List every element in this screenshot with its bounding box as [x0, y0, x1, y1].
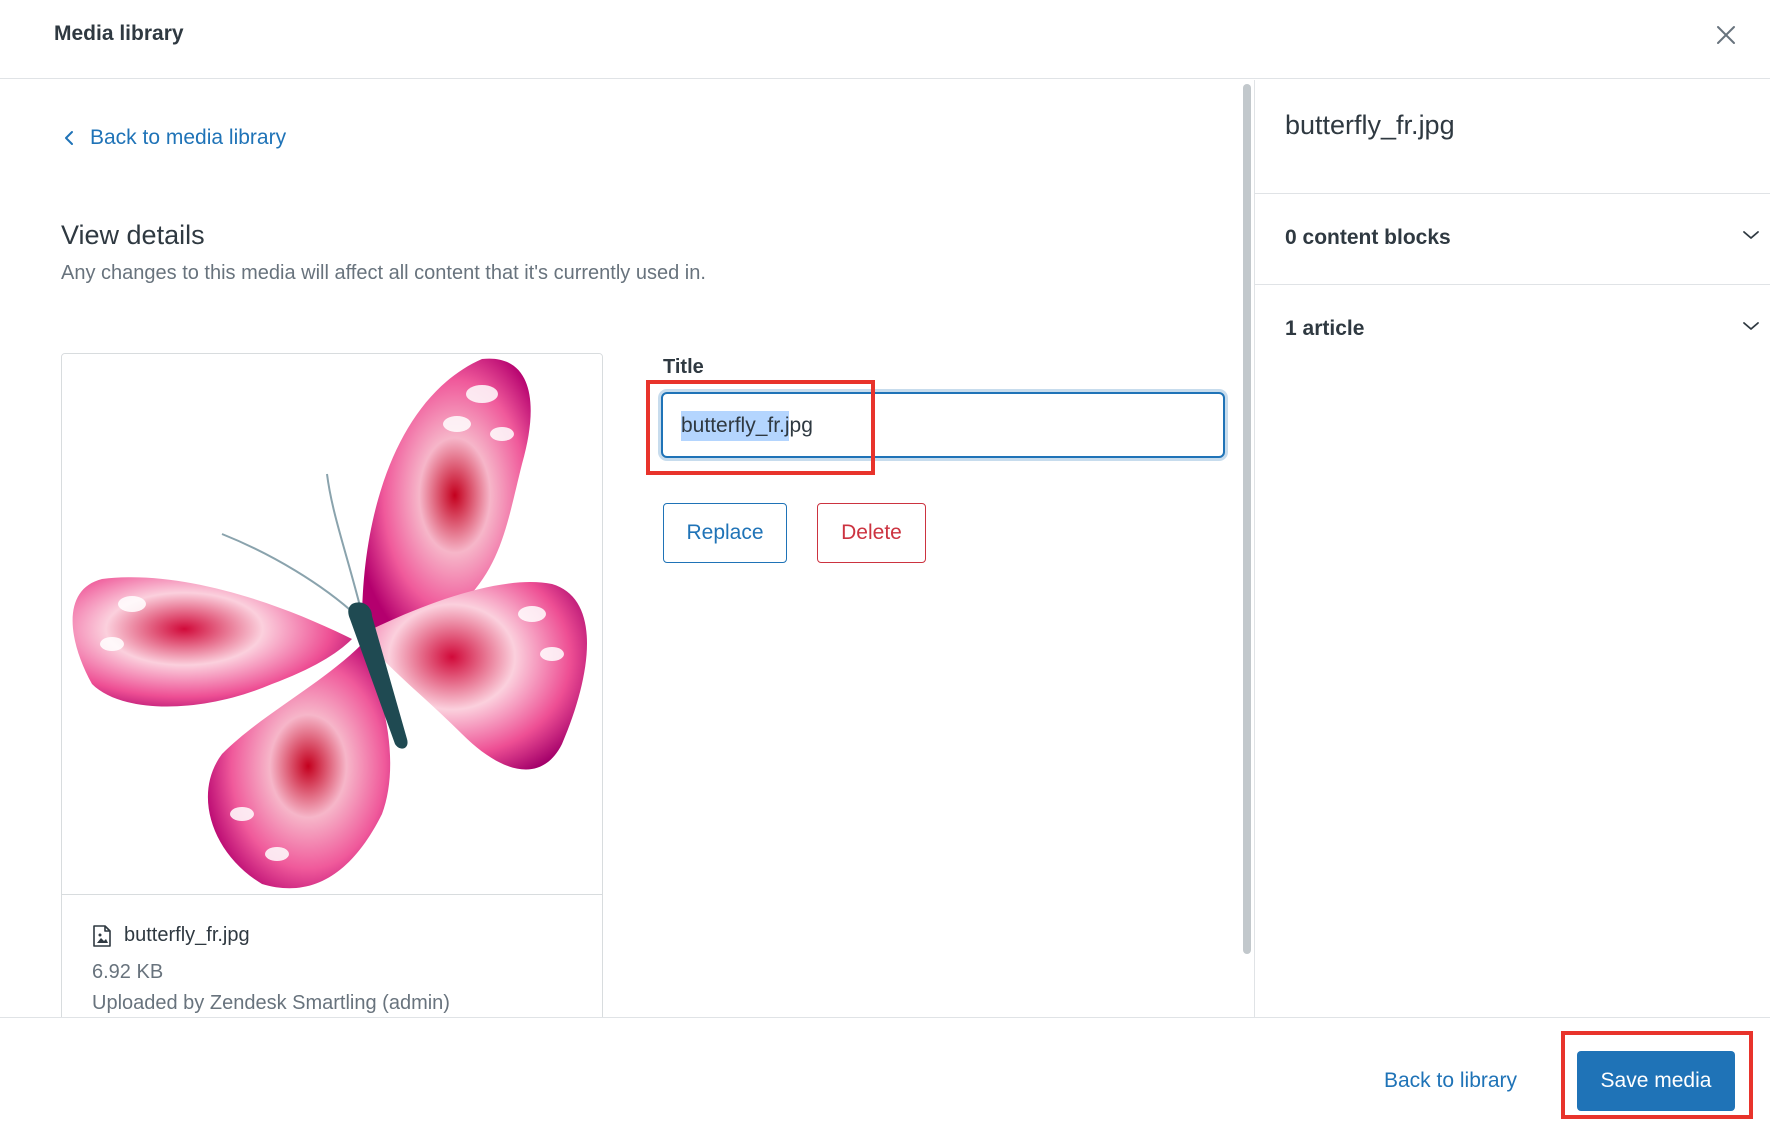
media-library-modal: Media library Back to media library View… — [0, 0, 1770, 1122]
close-icon — [1717, 26, 1735, 44]
side-panel-file-name: butterfly_fr.jpg — [1285, 110, 1455, 140]
details-content: Back to media library View details Any c… — [0, 80, 1240, 1017]
title-label: Title — [663, 356, 704, 378]
modal-footer: Back to library Save media — [0, 1017, 1770, 1122]
back-to-media-library-link[interactable]: Back to media library — [64, 126, 286, 150]
section-description: Any changes to this media will affect al… — [61, 262, 706, 284]
content-scrollbar[interactable] — [1243, 84, 1251, 954]
replace-button[interactable]: Replace — [663, 503, 787, 563]
chevron-down-icon — [1743, 231, 1759, 239]
back-to-library-button[interactable]: Back to library — [1384, 1069, 1517, 1093]
section-title: View details — [61, 220, 205, 250]
chevron-left-icon — [65, 131, 73, 145]
title-input[interactable] — [661, 392, 1225, 458]
close-button[interactable] — [1708, 17, 1744, 53]
butterfly-image — [72, 358, 587, 889]
accordion-label: 0 content blocks — [1285, 226, 1451, 249]
file-name: butterfly_fr.jpg — [124, 924, 250, 946]
file-name-row: butterfly_fr.jpg — [92, 924, 450, 947]
usage-side-panel: butterfly_fr.jpg 0 content blocks 1 arti… — [1254, 80, 1770, 1017]
content-blocks-accordion[interactable]: 0 content blocks — [1255, 194, 1770, 284]
modal-title: Media library — [54, 22, 184, 45]
save-media-button[interactable]: Save media — [1577, 1051, 1735, 1111]
file-size: 6.92 KB — [92, 961, 164, 983]
delete-button[interactable]: Delete — [817, 503, 926, 563]
image-file-icon — [93, 924, 111, 947]
file-metadata: butterfly_fr.jpg 6.92 KB Uploaded by Zen… — [92, 924, 450, 1015]
uploaded-by: Uploaded by Zendesk Smartling (admin) — [92, 992, 450, 1014]
chevron-down-icon — [1743, 322, 1759, 330]
accordion-label: 1 article — [1285, 317, 1365, 340]
media-preview-image — [62, 354, 602, 895]
back-link-label: Back to media library — [90, 126, 287, 149]
media-preview-card: butterfly_fr.jpg 6.92 KB Uploaded by Zen… — [61, 353, 603, 1017]
articles-accordion[interactable]: 1 article — [1255, 285, 1770, 375]
modal-header: Media library — [0, 0, 1770, 79]
